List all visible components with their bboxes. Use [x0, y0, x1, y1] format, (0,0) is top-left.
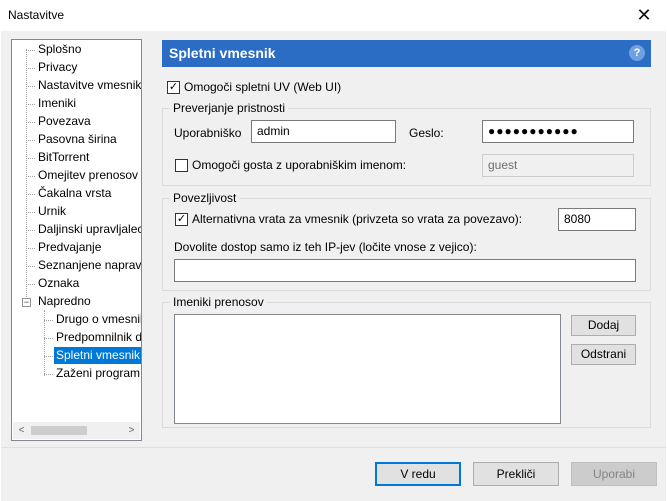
tree-line — [26, 140, 35, 141]
alt-port-input[interactable]: 8080 — [558, 208, 636, 231]
tree-line — [26, 176, 35, 177]
tree-line — [26, 50, 35, 51]
tree-line — [26, 230, 35, 231]
tree-item-scheduler[interactable]: Urnik — [36, 203, 68, 220]
tree-line — [26, 194, 35, 195]
tree-item-privacy[interactable]: Privacy — [36, 59, 79, 76]
tree-line — [26, 158, 35, 159]
tree-item-playback[interactable]: Predvajanje — [36, 239, 103, 256]
tree-item-ui-extras[interactable]: Drugo o vmesniku — [54, 311, 141, 328]
tree-item-transfer-cap[interactable]: Omejitev prenosov — [36, 167, 140, 184]
scroll-left-icon[interactable]: < — [13, 422, 30, 439]
tree-line — [44, 374, 53, 375]
dialog-client: Splošno Privacy Nastavitve vmesnika Imen… — [1, 31, 666, 501]
tree-line — [26, 212, 35, 213]
username-label: Uporabniško — [174, 126, 242, 140]
enable-webui-label: Omogoči spletni UV (Web UI) — [184, 80, 342, 94]
tree-item-directories[interactable]: Imeniki — [36, 95, 78, 112]
tree-item-connection[interactable]: Povezava — [36, 113, 93, 130]
enable-webui-checkbox[interactable]: ✓ — [167, 81, 180, 94]
scroll-right-icon[interactable]: > — [123, 422, 140, 439]
tree-item-interface-settings[interactable]: Nastavitve vmesnika — [36, 77, 141, 94]
tree-line — [44, 320, 53, 321]
panel-header: Spletni vmesnik ? — [162, 40, 651, 67]
tree-line — [26, 248, 35, 249]
alt-port-checkbox[interactable]: ✓ — [175, 213, 188, 226]
tree-item-bandwidth[interactable]: Pasovna širina — [36, 131, 119, 148]
tree-line — [26, 68, 35, 69]
tree-line — [26, 122, 35, 123]
tree-item-advanced[interactable]: Napredno — [36, 293, 93, 310]
guest-checkbox[interactable] — [175, 159, 188, 172]
tree-line — [44, 356, 53, 357]
tree-line — [26, 266, 35, 267]
connectivity-group-title: Povezljivost — [170, 191, 240, 205]
ok-button[interactable]: V redu — [375, 462, 461, 486]
tree-item-web-ui[interactable]: Spletni vmesnik — [54, 347, 141, 364]
help-icon[interactable]: ? — [629, 45, 645, 61]
panel-title: Spletni vmesnik — [169, 45, 276, 61]
tree-item-paired-devices[interactable]: Seznanjene naprave — [36, 257, 141, 274]
tree-line — [26, 86, 35, 87]
tree-item-bittorrent[interactable]: BitTorrent — [36, 149, 91, 166]
alt-port-label: Alternativna vrata za vmesnik (privzeta … — [192, 212, 523, 226]
tree-line — [44, 338, 53, 339]
collapse-icon[interactable]: − — [22, 298, 31, 307]
ip-allow-label: Dovolite dostop samo iz teh IP-jev (loči… — [174, 240, 477, 254]
tree-horizontal-scrollbar[interactable]: < > — [13, 422, 140, 439]
download-dirs-title: Imeniki prenosov — [170, 295, 267, 309]
scroll-thumb[interactable] — [31, 426, 87, 435]
tree-line — [26, 284, 35, 285]
tree-item-label[interactable]: Oznaka — [36, 275, 81, 292]
dialog-footer: V redu Prekliči Uporabi — [1, 448, 666, 501]
settings-tree[interactable]: Splošno Privacy Nastavitve vmesnika Imen… — [11, 39, 142, 441]
add-dir-button[interactable]: Dodaj — [571, 315, 636, 336]
tree-item-queue[interactable]: Čakalna vrsta — [36, 185, 113, 202]
cancel-button[interactable]: Prekliči — [473, 462, 559, 486]
tree-item-splosno[interactable]: Splošno — [36, 41, 83, 58]
tree-item-run-program[interactable]: Zaženi program — [54, 365, 141, 382]
guest-label: Omogoči gosta z uporabniškim imenom: — [192, 158, 407, 172]
close-icon[interactable]: ✕ — [621, 0, 667, 31]
password-input[interactable]: ●●●●●●●●●●● — [482, 120, 634, 143]
download-dirs-list[interactable] — [174, 314, 561, 424]
window-title: Nastavitve — [8, 8, 65, 22]
username-input[interactable]: admin — [251, 120, 396, 143]
tree-item-remote[interactable]: Daljinski upravljalec — [36, 221, 141, 238]
guest-username-input[interactable]: guest — [482, 154, 634, 177]
remove-dir-button[interactable]: Odstrani — [571, 344, 636, 365]
tree-item-disk-cache[interactable]: Predpomnilnik diska — [54, 329, 141, 346]
apply-button[interactable]: Uporabi — [571, 462, 657, 486]
title-bar: Nastavitve ✕ — [0, 0, 667, 31]
password-label: Geslo: — [409, 126, 444, 140]
ip-allow-input[interactable] — [174, 259, 636, 282]
auth-group-title: Preverjanje pristnosti — [170, 101, 289, 115]
tree-line — [26, 104, 35, 105]
